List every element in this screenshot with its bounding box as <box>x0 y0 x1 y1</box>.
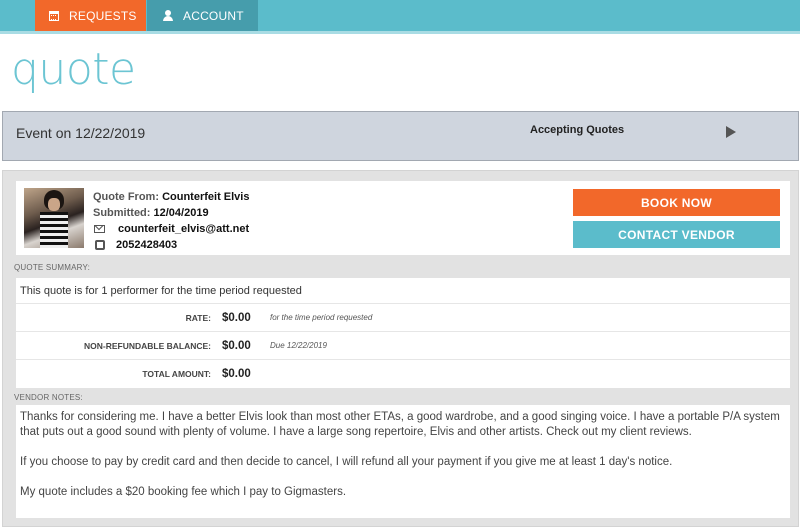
vendor-note-paragraph: If you choose to pay by credit card and … <box>20 456 673 468</box>
balance-label: NON-REFUNDABLE BALANCE: <box>83 340 211 351</box>
table-row: NON-REFUNDABLE BALANCE: $0.00 Due 12/22/… <box>16 332 790 360</box>
quote-summary: This quote is for 1 performer for the ti… <box>16 278 790 388</box>
event-title: Event on 12/22/2019 <box>16 125 146 141</box>
table-row: RATE: $0.00 for the time period requeste… <box>16 304 790 332</box>
tab-account[interactable]: ACCOUNT <box>147 0 258 31</box>
quote-from-row: Quote From: Counterfeit Elvis <box>93 189 249 205</box>
email-row: counterfeit_elvis@att.net <box>93 221 249 237</box>
vendor-notes-label: VENDOR NOTES: <box>14 393 83 402</box>
rate-amount: $0.00 <box>222 311 251 324</box>
table-row: TOTAL AMOUNT: $0.00 <box>16 360 790 388</box>
balance-note: Due 12/22/2019 <box>270 341 327 350</box>
top-nav-underline <box>0 31 800 34</box>
quote-panel: Quote From: Counterfeit Elvis Submitted:… <box>2 170 799 527</box>
submitted-label: Submitted: <box>93 207 151 219</box>
vendor-avatar <box>24 188 84 248</box>
quote-from-label: Quote From: <box>93 191 159 203</box>
event-bar[interactable]: Event on 12/22/2019 Accepting Quotes <box>2 111 799 161</box>
user-icon <box>163 10 173 21</box>
rate-label: RATE: <box>185 312 211 323</box>
vendor-note-paragraph: Thanks for considering me. I have a bett… <box>20 411 780 438</box>
tab-requests[interactable]: REQUESTS <box>35 0 146 31</box>
contact-vendor-button[interactable]: CONTACT VENDOR <box>573 221 780 248</box>
vendor-email[interactable]: counterfeit_elvis@att.net <box>118 221 249 237</box>
summary-description: This quote is for 1 performer for the ti… <box>16 278 790 304</box>
vendor-notes: Thanks for considering me. I have a bett… <box>16 405 790 518</box>
tab-account-label: ACCOUNT <box>183 8 244 23</box>
total-amount: $0.00 <box>222 368 251 380</box>
vendor-note-paragraph: My quote includes a $20 booking fee whic… <box>20 486 347 498</box>
phone-icon <box>95 240 105 250</box>
quote-from-value: Counterfeit Elvis <box>162 191 250 203</box>
quote-header: Quote From: Counterfeit Elvis Submitted:… <box>16 181 790 255</box>
calendar-icon <box>49 10 59 21</box>
play-arrow-icon[interactable] <box>726 126 736 138</box>
quote-summary-label: QUOTE SUMMARY: <box>14 263 90 272</box>
event-status: Accepting Quotes <box>530 124 625 136</box>
total-label: TOTAL AMOUNT: <box>142 369 211 379</box>
balance-amount: $0.00 <box>222 339 251 352</box>
vendor-phone[interactable]: 2052428403 <box>116 237 177 253</box>
submitted-value: 12/04/2019 <box>153 207 209 219</box>
page-title: quote <box>11 44 136 95</box>
phone-row: 2052428403 <box>93 237 249 253</box>
rate-note: for the time period requested <box>270 313 373 322</box>
book-now-button[interactable]: BOOK NOW <box>573 189 780 216</box>
vendor-info: Quote From: Counterfeit Elvis Submitted:… <box>93 189 249 253</box>
submitted-row: Submitted: 12/04/2019 <box>93 205 249 221</box>
tab-requests-label: REQUESTS <box>69 8 137 23</box>
mail-icon <box>94 225 105 233</box>
